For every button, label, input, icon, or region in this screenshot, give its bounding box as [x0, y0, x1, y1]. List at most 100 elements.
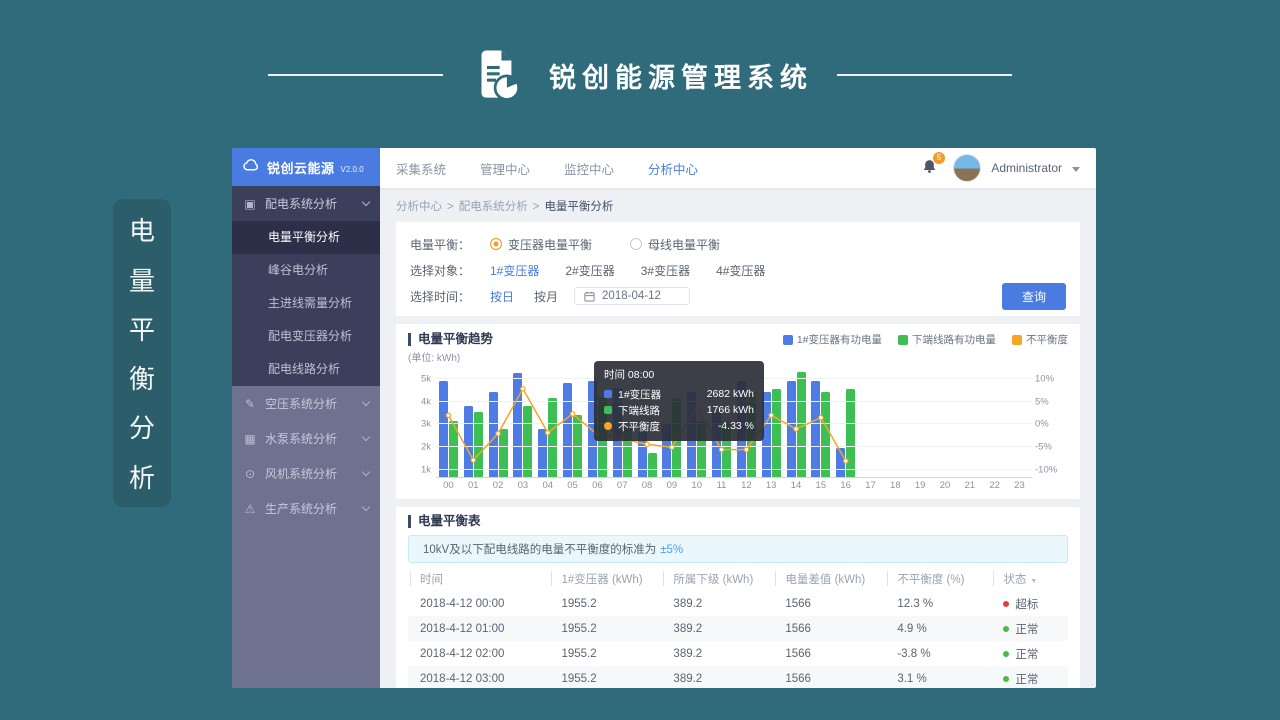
date-picker[interactable]: 2018-04-12 — [574, 287, 690, 305]
radio-option[interactable]: 母线电量平衡 — [630, 236, 720, 253]
sidebar-item-label: 生产系统分析 — [265, 500, 337, 517]
status-dot — [1003, 651, 1009, 657]
top-tab-monitoring[interactable]: 监控中心 — [564, 159, 614, 178]
sidebar-group-pump: ▦水泵系统分析 — [232, 421, 380, 456]
x-axis-label: 07 — [610, 480, 635, 491]
sidebar-item-fan[interactable]: ⊙风机系统分析 — [232, 456, 380, 491]
cell-status: 正常 — [991, 666, 1068, 688]
x-axis-label: 15 — [808, 480, 833, 491]
cell-diff: 1566 — [773, 591, 885, 616]
user-name[interactable]: Administrator — [991, 161, 1062, 175]
top-tabs: 采集系统 管理中心 监控中心 分析中心 — [396, 159, 698, 178]
notifications-button[interactable]: 5 — [922, 159, 937, 178]
cell-transformer: 1955.2 — [549, 666, 661, 688]
sidebar-subitem-power-balance[interactable]: 电量平衡分析 — [232, 221, 380, 254]
chart-title: 电量平衡趋势 — [408, 333, 493, 346]
page-content: 分析中心>配电系统分析>电量平衡分析 电量平衡： 变压器电量平衡母线电量平衡 选… — [380, 188, 1096, 688]
cell-transformer: 1955.2 — [549, 616, 661, 641]
sidebar-subitem-peak-valley[interactable]: 峰谷电分析 — [232, 254, 380, 287]
x-axis-label: 01 — [461, 480, 486, 491]
sort-caret-icon[interactable]: ▼ — [1030, 578, 1037, 585]
tooltip-marker — [604, 390, 612, 398]
sidebar-item-distribution[interactable]: ▣配电系统分析 — [232, 186, 380, 221]
notice-value: ±5% — [660, 544, 683, 556]
chart-unit-label: (单位: kWh) — [408, 349, 460, 364]
x-axis-labels: 0001020304050607080910111213141516171819… — [436, 480, 1032, 491]
sidebar-nav: ▣配电系统分析电量平衡分析峰谷电分析主进线需量分析配电变压器分析配电线路分析✎空… — [232, 186, 380, 526]
sidebar: 锐创云能源 V2.0.0 ▣配电系统分析电量平衡分析峰谷电分析主进线需量分析配电… — [232, 148, 380, 688]
table-header-status[interactable]: 状态▼ — [991, 566, 1068, 591]
sidebar-subitem-line[interactable]: 配电线路分析 — [232, 353, 380, 386]
cell-downstream: 389.2 — [661, 666, 773, 688]
cell-diff: 1566 — [773, 666, 885, 688]
sidebar-item-label: 配电系统分析 — [265, 195, 337, 212]
standard-notice-banner: 10kV及以下配电线路的电量不平衡度的标准为±5% — [408, 535, 1068, 563]
cell-time: 2018-4-12 03:00 — [408, 666, 549, 688]
time-mode-option[interactable]: 按月 — [534, 288, 558, 305]
tooltip-row: 下端线路1766 kWh — [604, 402, 754, 418]
sidebar-item-compressor[interactable]: ✎空压系统分析 — [232, 386, 380, 421]
sidebar-item-production[interactable]: ⚠生产系统分析 — [232, 491, 380, 526]
object-option[interactable]: 1#变压器 — [490, 262, 539, 279]
object-option[interactable]: 3#变压器 — [641, 262, 690, 279]
status-dot — [1003, 601, 1009, 607]
x-axis-label: 06 — [585, 480, 610, 491]
decor-line-left — [268, 74, 443, 76]
sidebar-subitem-transformer[interactable]: 配电变压器分析 — [232, 320, 380, 353]
radio-icon[interactable] — [490, 238, 502, 250]
table-title: 电量平衡表 — [408, 515, 481, 528]
chart-card: 电量平衡趋势 1#变压器有功电量 下端线路有功电量 不平衡度 (单位: kWh) 0… — [396, 324, 1080, 499]
hero-header: 锐创能源管理系统 — [0, 42, 1280, 108]
object-option[interactable]: 4#变压器 — [716, 262, 765, 279]
sidebar-subitem-main-line-demand[interactable]: 主进线需量分析 — [232, 287, 380, 320]
table-header-row: 时间1#变压器 (kWh)所属下级 (kWh)电量差值 (kWh)不平衡度 (%… — [408, 566, 1068, 591]
time-mode-option[interactable]: 按日 — [490, 288, 514, 305]
tooltip-value: 2682 kWh — [707, 388, 754, 400]
sidebar-group-production: ⚠生产系统分析 — [232, 491, 380, 526]
cell-downstream: 389.2 — [661, 641, 773, 666]
radio-icon[interactable] — [630, 238, 642, 250]
cell-diff: 1566 — [773, 641, 885, 666]
table-row: 2018-4-12 01:001955.2389.215664.9 %正常 — [408, 616, 1068, 641]
legend-item[interactable]: 1#变压器有功电量 — [783, 332, 882, 347]
cell-status: 超标 — [991, 591, 1068, 616]
legend-item[interactable]: 不平衡度 — [1012, 332, 1068, 347]
legend-item[interactable]: 下端线路有功电量 — [898, 332, 996, 347]
breadcrumb-item[interactable]: 配电系统分析 — [459, 201, 528, 213]
cell-downstream: 389.2 — [661, 616, 773, 641]
legend-marker — [1012, 335, 1022, 345]
vertical-badge-char: 量 — [129, 261, 155, 298]
breadcrumb-separator: > — [447, 201, 454, 213]
main-area: 采集系统管理中心监控中心分析中心 5 Administrator 分析中 — [380, 148, 1096, 688]
x-axis-label: 16 — [833, 480, 858, 491]
x-axis-label: 18 — [883, 480, 908, 491]
table-header-transformer: 1#变压器 (kWh) — [549, 566, 661, 591]
radio-option[interactable]: 变压器电量平衡 — [490, 236, 592, 253]
user-menu-caret-icon[interactable] — [1072, 167, 1080, 172]
user-avatar[interactable] — [953, 154, 981, 182]
breadcrumb-item[interactable]: 分析中心 — [396, 201, 442, 213]
x-axis-label: 03 — [510, 480, 535, 491]
x-axis-label: 14 — [784, 480, 809, 491]
x-axis-label: 21 — [957, 480, 982, 491]
y-axis-tick-right: 5% — [1035, 396, 1068, 407]
balance-table: 时间1#变压器 (kWh)所属下级 (kWh)电量差值 (kWh)不平衡度 (%… — [408, 566, 1068, 688]
sidebar-item-pump[interactable]: ▦水泵系统分析 — [232, 421, 380, 456]
sidebar-item-label: 水泵系统分析 — [265, 430, 337, 447]
top-tab-collection[interactable]: 采集系统 — [396, 159, 446, 178]
chart-area[interactable]: (单位: kWh) 000102030405060708091011121314… — [408, 349, 1068, 497]
top-tab-analysis[interactable]: 分析中心 — [648, 159, 698, 178]
table-header-downstream: 所属下级 (kWh) — [661, 566, 773, 591]
y-axis-tick-left: 4k — [408, 396, 431, 407]
top-tab-management[interactable]: 管理中心 — [480, 159, 530, 178]
query-button[interactable]: 查询 — [1002, 283, 1066, 310]
table-body: 2018-4-12 00:001955.2389.2156612.3 %超标20… — [408, 591, 1068, 688]
chart-tooltip: 时间 08:00 1#变压器2682 kWh下端线路1766 kWh不平衡度-4… — [594, 361, 764, 441]
status-text: 正常 — [1015, 674, 1038, 686]
object-option[interactable]: 2#变压器 — [565, 262, 614, 279]
chevron-down-icon — [362, 398, 370, 406]
sidebar-item-label: 风机系统分析 — [265, 465, 337, 482]
cell-time: 2018-4-12 00:00 — [408, 591, 549, 616]
tooltip-value: 1766 kWh — [707, 404, 754, 416]
balance-radio-group: 变压器电量平衡 母线电量平衡 — [490, 236, 720, 253]
